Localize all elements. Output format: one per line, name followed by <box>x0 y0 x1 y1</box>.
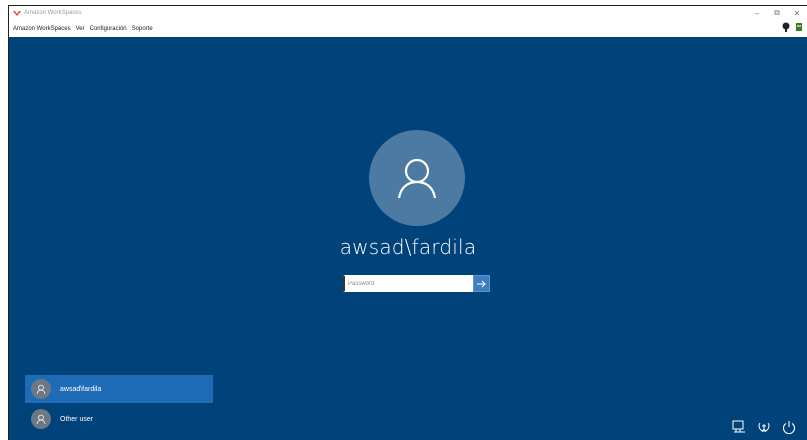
password-input[interactable] <box>343 275 473 292</box>
menu-amazon-workspaces[interactable]: Amazon WorkSpaces <box>13 26 71 32</box>
password-field-group <box>343 275 490 292</box>
restore-button[interactable]: ⧉ <box>767 8 787 18</box>
menu-status-icons <box>781 22 807 32</box>
minimize-button[interactable]: – <box>747 9 767 18</box>
user-icon <box>397 158 437 199</box>
window-title: Amazon WorkSpaces <box>24 10 82 16</box>
window-controls: – ⧉ ✕ <box>747 6 807 20</box>
system-icons <box>732 414 807 440</box>
workspaces-logo-icon <box>13 9 21 17</box>
menu-ver[interactable]: Ver <box>76 26 85 32</box>
user-avatar-small <box>31 409 51 429</box>
menu-configuracion[interactable]: Configuración <box>90 26 127 32</box>
connection-health-icon[interactable] <box>781 22 791 32</box>
power-icon[interactable] <box>782 420 796 434</box>
user-tile-label: Other user <box>60 415 94 423</box>
user-avatar-large <box>369 130 465 226</box>
user-avatar-small <box>31 379 51 399</box>
close-button[interactable]: ✕ <box>787 9 807 18</box>
user-tile-label: awsad\fardila <box>60 385 102 393</box>
login-username: awsad\fardila <box>339 235 477 259</box>
user-icon <box>36 414 46 424</box>
user-icon <box>36 384 46 394</box>
user-list: awsad\fardila Other user <box>25 375 213 435</box>
workspaces-window: Amazon WorkSpaces – ⧉ ✕ Amazon WorkSpace… <box>8 5 807 440</box>
ease-of-access-icon[interactable] <box>757 420 771 434</box>
submit-button[interactable] <box>473 275 490 292</box>
user-tile-other-user[interactable]: Other user <box>25 405 213 433</box>
title-bar: Amazon WorkSpaces – ⧉ ✕ <box>9 6 807 20</box>
user-tile-awsad-fardila[interactable]: awsad\fardila <box>25 375 213 403</box>
menu-bar: Amazon WorkSpaces Ver Configuración Sopo… <box>9 20 807 37</box>
windows-login-screen: awsad\fardila awsad\fardila Other user <box>9 37 807 440</box>
network-icon[interactable] <box>732 420 746 434</box>
arrow-right-icon <box>477 280 486 287</box>
menu-soporte[interactable]: Soporte <box>132 26 153 32</box>
network-status-icon[interactable] <box>795 22 803 32</box>
